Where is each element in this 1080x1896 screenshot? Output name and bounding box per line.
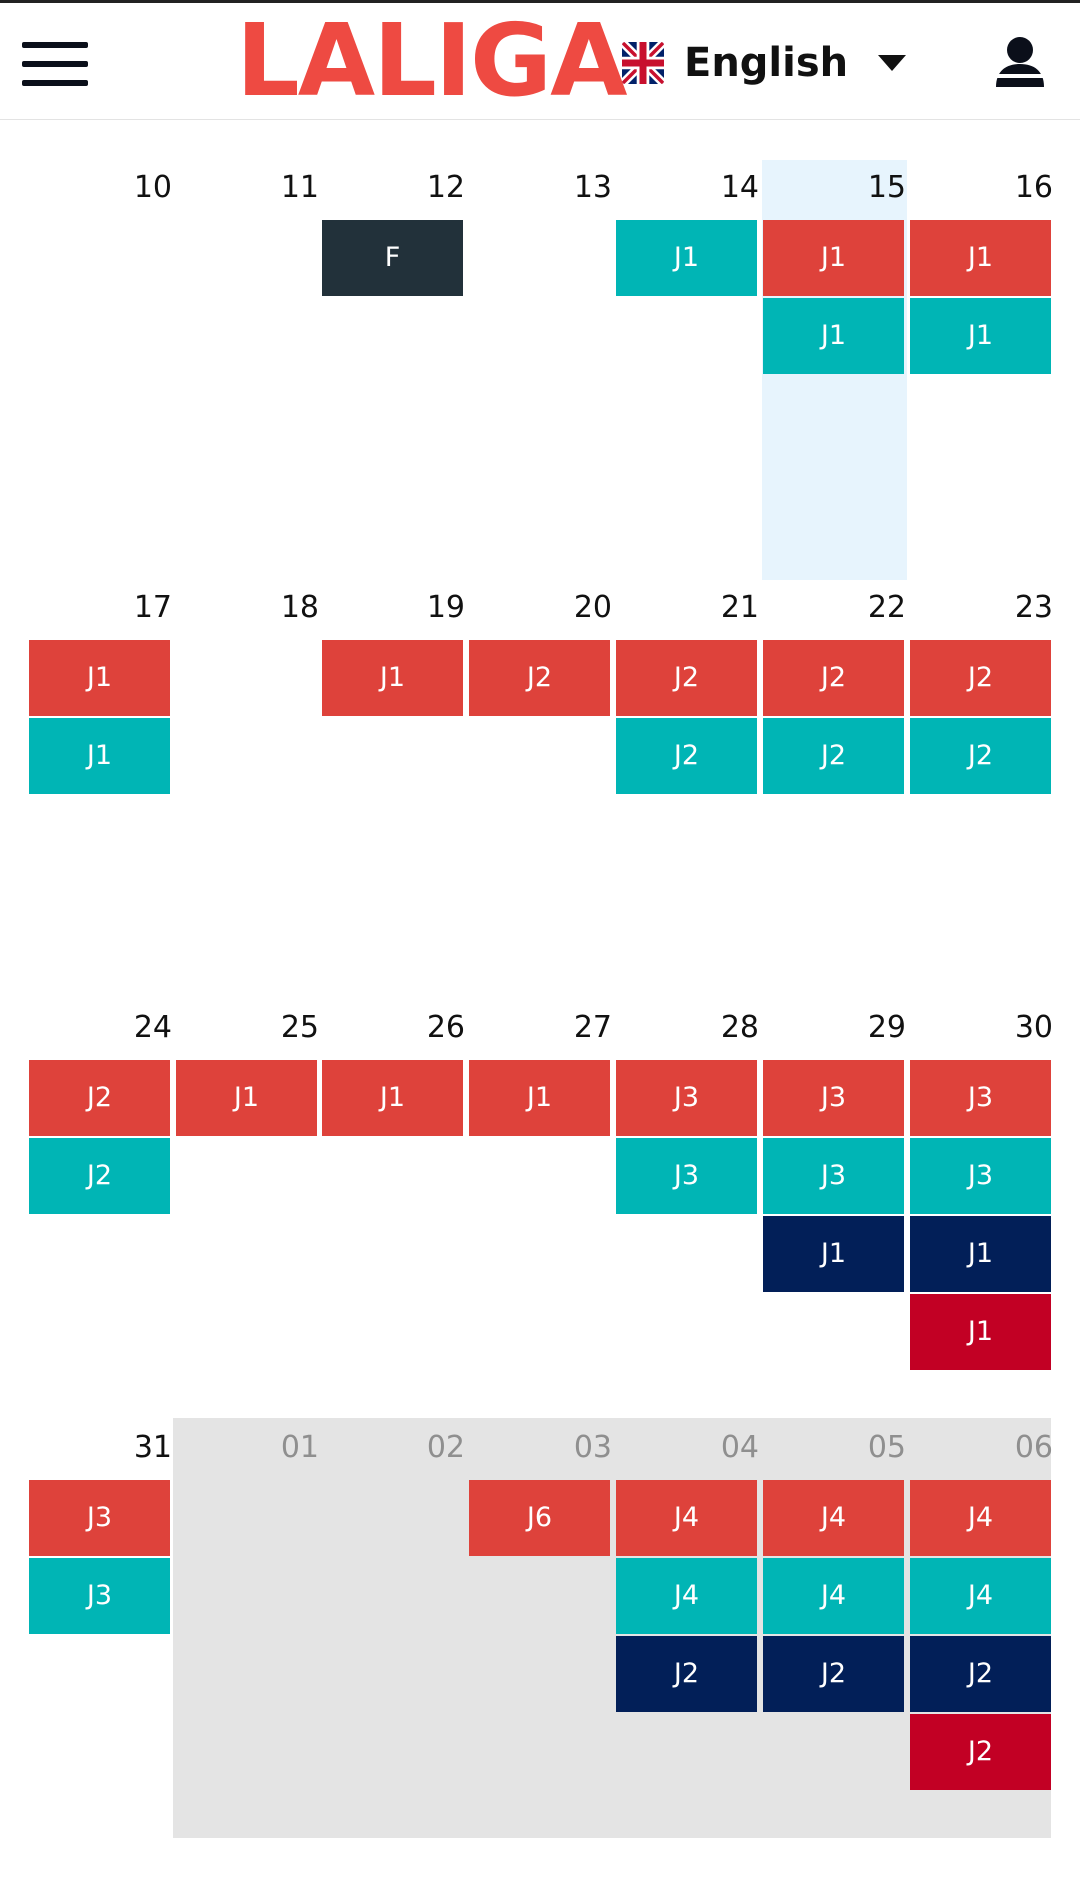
match-event[interactable]: J2: [29, 1138, 170, 1214]
match-event[interactable]: J3: [616, 1060, 757, 1136]
day-number: 10: [133, 170, 172, 205]
user-account-icon[interactable]: [992, 35, 1048, 91]
day-number: 03: [573, 1430, 612, 1465]
day-number: 17: [133, 590, 172, 625]
day-number: 24: [133, 1010, 172, 1045]
match-event[interactable]: J2: [616, 718, 757, 794]
match-event[interactable]: J2: [763, 1636, 904, 1712]
match-event[interactable]: J1: [322, 640, 463, 716]
match-event[interactable]: J4: [763, 1480, 904, 1556]
match-event[interactable]: J1: [763, 220, 904, 296]
match-event[interactable]: J3: [910, 1060, 1051, 1136]
day-number: 22: [867, 590, 906, 625]
match-event[interactable]: J2: [763, 640, 904, 716]
day-number: 11: [280, 170, 319, 205]
match-event[interactable]: J3: [910, 1138, 1051, 1214]
match-event[interactable]: J2: [469, 640, 610, 716]
day-number: 27: [573, 1010, 612, 1045]
day-number: 05: [867, 1430, 906, 1465]
match-event[interactable]: J2: [910, 640, 1051, 716]
match-calendar: 10 11 12 F 13 14 J1 15 J1 J1 16 J1 J1 17 J1 J1 18 19 J1 20 J…: [0, 120, 1080, 1896]
match-event[interactable]: J4: [910, 1480, 1051, 1556]
match-event[interactable]: F: [322, 220, 463, 296]
day-number: 26: [426, 1010, 465, 1045]
match-event[interactable]: J1: [322, 1060, 463, 1136]
match-event[interactable]: J3: [763, 1138, 904, 1214]
day-number: 28: [720, 1010, 759, 1045]
match-event[interactable]: J1: [910, 220, 1051, 296]
laliga-logo[interactable]: LALIGA: [236, 11, 628, 111]
day-number: 01: [280, 1430, 319, 1465]
match-event[interactable]: J1: [763, 298, 904, 374]
match-event[interactable]: J1: [29, 718, 170, 794]
app-header: LALIGA English: [0, 3, 1080, 120]
day-number: 16: [1014, 170, 1053, 205]
match-event[interactable]: J2: [29, 1060, 170, 1136]
match-event[interactable]: J3: [29, 1558, 170, 1634]
hamburger-menu-icon[interactable]: [20, 38, 90, 90]
day-number: 30: [1014, 1010, 1053, 1045]
day-number: 21: [720, 590, 759, 625]
match-event[interactable]: J1: [910, 1216, 1051, 1292]
day-number: 02: [426, 1430, 465, 1465]
match-event[interactable]: J2: [616, 640, 757, 716]
day-number: 12: [426, 170, 465, 205]
match-event[interactable]: J3: [616, 1138, 757, 1214]
day-number: 29: [867, 1010, 906, 1045]
language-label: English: [684, 40, 849, 86]
match-event[interactable]: J1: [176, 1060, 317, 1136]
day-number: 18: [280, 590, 319, 625]
match-event[interactable]: J2: [910, 1714, 1051, 1790]
day-number: 15: [867, 170, 906, 205]
match-event[interactable]: J6: [469, 1480, 610, 1556]
chevron-down-icon: [878, 55, 907, 71]
match-event[interactable]: J2: [910, 718, 1051, 794]
match-event[interactable]: J4: [763, 1558, 904, 1634]
match-event[interactable]: J2: [910, 1636, 1051, 1712]
match-event[interactable]: J2: [763, 718, 904, 794]
day-number: 19: [426, 590, 465, 625]
day-number: 13: [573, 170, 612, 205]
uk-flag-icon: [622, 42, 664, 84]
match-event[interactable]: J1: [29, 640, 170, 716]
day-number: 20: [573, 590, 612, 625]
day-number: 06: [1014, 1430, 1053, 1465]
day-number: 04: [720, 1430, 759, 1465]
match-event[interactable]: J1: [763, 1216, 904, 1292]
match-event[interactable]: J1: [910, 1294, 1051, 1370]
match-event[interactable]: J3: [29, 1480, 170, 1556]
day-number: 31: [133, 1430, 172, 1465]
match-event[interactable]: J1: [469, 1060, 610, 1136]
match-event[interactable]: J3: [763, 1060, 904, 1136]
match-event[interactable]: J1: [616, 220, 757, 296]
language-selector[interactable]: English: [622, 33, 907, 93]
match-event[interactable]: J4: [616, 1480, 757, 1556]
day-number: 25: [280, 1010, 319, 1045]
match-event[interactable]: J4: [910, 1558, 1051, 1634]
match-event[interactable]: J4: [616, 1558, 757, 1634]
match-event[interactable]: J1: [910, 298, 1051, 374]
match-event[interactable]: J2: [616, 1636, 757, 1712]
day-number: 23: [1014, 590, 1053, 625]
day-number: 14: [720, 170, 759, 205]
